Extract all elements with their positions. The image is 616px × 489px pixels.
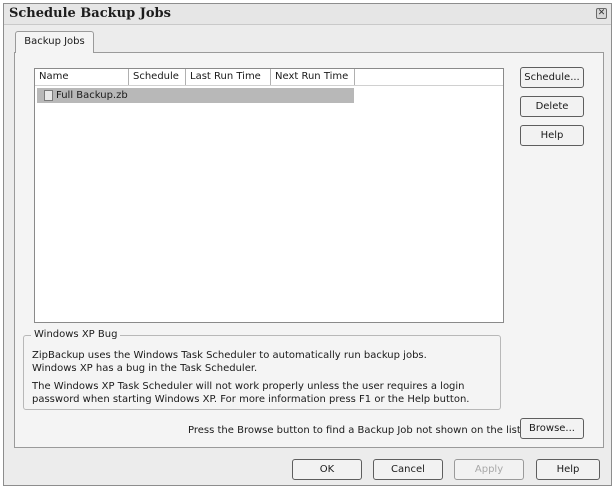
notice-line-3: The Windows XP Task Scheduler will not w… xyxy=(32,381,465,392)
column-header-schedule[interactable]: Schedule xyxy=(129,69,186,85)
list-item[interactable]: Full Backup.zb xyxy=(37,88,354,103)
windows-xp-bug-groupbox: Windows XP Bug ZipBackup uses the Window… xyxy=(23,329,501,410)
browse-button[interactable]: Browse... xyxy=(520,418,584,439)
tab-backup-jobs[interactable]: Backup Jobs xyxy=(15,31,94,53)
column-header-name[interactable]: Name xyxy=(35,69,129,85)
column-header-last-run-time[interactable]: Last Run Time xyxy=(186,69,271,85)
apply-button[interactable]: Apply xyxy=(454,459,524,480)
notice-line-4: password when starting Windows XP. For m… xyxy=(32,394,470,405)
schedule-button[interactable]: Schedule... xyxy=(520,67,584,88)
notice-line-2: Windows XP has a bug in the Task Schedul… xyxy=(32,363,258,374)
delete-button[interactable]: Delete xyxy=(520,96,584,117)
column-header-next-run-time[interactable]: Next Run Time xyxy=(271,69,355,85)
ok-button[interactable]: OK xyxy=(292,459,362,480)
browse-hint-text: Press the Browse button to find a Backup… xyxy=(188,425,521,436)
groupbox-title: Windows XP Bug xyxy=(31,329,121,341)
document-icon xyxy=(44,90,53,101)
help-side-button[interactable]: Help xyxy=(520,125,584,146)
help-button[interactable]: Help xyxy=(536,459,600,480)
title-bar: Schedule Backup Jobs ✕ xyxy=(4,4,611,25)
list-item-name: Full Backup.zb xyxy=(56,90,128,101)
notice-line-1: ZipBackup uses the Windows Task Schedule… xyxy=(32,350,427,361)
close-icon[interactable]: ✕ xyxy=(596,8,607,19)
cancel-button[interactable]: Cancel xyxy=(373,459,443,480)
backup-jobs-list[interactable]: Name Schedule Last Run Time Next Run Tim… xyxy=(34,68,504,323)
window-title: Schedule Backup Jobs xyxy=(9,6,171,21)
list-header: Name Schedule Last Run Time Next Run Tim… xyxy=(35,69,503,86)
